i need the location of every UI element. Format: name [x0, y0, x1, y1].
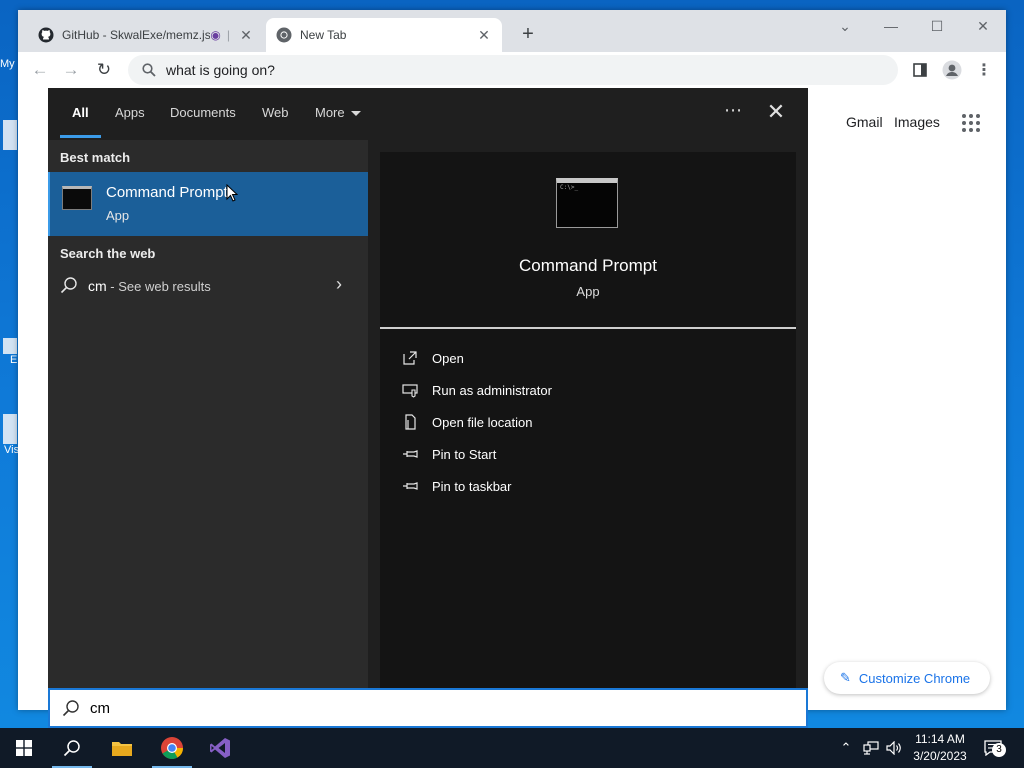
- close-tab-icon[interactable]: ✕: [238, 27, 254, 44]
- notification-count-badge: 3: [992, 743, 1006, 757]
- result-detail-pane: C:\>_ Command Prompt App Open Run as adm…: [380, 152, 796, 688]
- search-web-heading: Search the web: [60, 246, 156, 261]
- close-tab-icon[interactable]: ✕: [476, 27, 492, 44]
- tab-web[interactable]: Web: [262, 105, 289, 120]
- google-apps-icon[interactable]: [962, 114, 980, 132]
- back-arrow-icon[interactable]: ←: [28, 60, 52, 80]
- tab-all[interactable]: All: [72, 105, 89, 120]
- chrome-icon: [276, 27, 292, 43]
- taskbar-file-explorer[interactable]: [98, 728, 146, 768]
- browser-toolbar: ← → ↻ what is going on? ⋮: [18, 52, 1006, 88]
- desktop-icon-image: [3, 120, 17, 150]
- chevron-right-icon[interactable]: ›: [336, 274, 342, 295]
- detail-divider: [380, 327, 796, 329]
- desktop-icon-image: [3, 414, 17, 444]
- pin-icon: [403, 482, 418, 490]
- gmail-link[interactable]: Gmail: [846, 114, 883, 130]
- taskbar: ⌃ 11:14 AM 3/20/2023: [0, 728, 1024, 768]
- tab-more[interactable]: More: [315, 105, 361, 120]
- omnibox[interactable]: what is going on?: [128, 55, 898, 85]
- open-icon: [403, 351, 417, 365]
- taskbar-search-button[interactable]: [48, 728, 96, 768]
- tab-title: GitHub - SkwalExe/memz.js:: [62, 28, 211, 42]
- action-run-as-administrator[interactable]: Run as administrator: [402, 378, 702, 402]
- images-link[interactable]: Images: [894, 114, 940, 130]
- detail-subtitle: App: [576, 284, 600, 299]
- active-tab-indicator: [60, 135, 101, 138]
- search-input[interactable]: [90, 699, 690, 717]
- desktop-icon-image: [3, 338, 17, 354]
- results-list: Best match Command Prompt App Search the…: [48, 140, 368, 688]
- close-icon[interactable]: ✕: [764, 100, 788, 124]
- tab-documents[interactable]: Documents: [170, 105, 236, 120]
- best-match-result[interactable]: Command Prompt App: [48, 172, 368, 236]
- result-subtitle: App: [106, 208, 130, 223]
- clock-date: 3/20/2023: [913, 749, 967, 763]
- file-location-icon: [405, 414, 416, 430]
- action-pin-to-start[interactable]: Pin to Start: [402, 442, 702, 466]
- reload-icon[interactable]: ↻: [92, 60, 116, 80]
- customize-label: Customize Chrome: [858, 670, 971, 686]
- pin-icon: [403, 450, 418, 458]
- search-icon: [142, 63, 156, 77]
- tab-github[interactable]: GitHub - SkwalExe/memz.js: ◉ | ✕: [28, 18, 264, 52]
- web-search-result[interactable]: cm - See web results ›: [48, 268, 368, 304]
- tab-strip: GitHub - SkwalExe/memz.js: ◉ | ✕ New Tab…: [18, 10, 1006, 52]
- desktop-icon[interactable]: Vis: [0, 414, 20, 456]
- desktop-icon[interactable]: My: [0, 58, 20, 70]
- action-pin-to-taskbar[interactable]: Pin to taskbar: [402, 474, 702, 498]
- pencil-icon: ✎: [840, 670, 851, 685]
- tab-separator: |: [226, 28, 230, 42]
- result-title: Command Prompt: [106, 184, 228, 201]
- omnibox-text: what is going on?: [166, 62, 275, 78]
- search-filter-tabs: All Apps Documents Web More ⋯ ✕: [48, 88, 808, 140]
- maximize-button[interactable]: ☐: [914, 14, 960, 38]
- taskbar-chrome[interactable]: [148, 728, 196, 768]
- best-match-heading: Best match: [60, 150, 131, 165]
- chrome-icon: [161, 737, 183, 759]
- close-window-button[interactable]: ✕: [960, 14, 1006, 38]
- start-search-panel: All Apps Documents Web More ⋯ ✕ Best mat…: [48, 88, 808, 688]
- clock-time: 11:14 AM: [915, 732, 965, 746]
- tab-search-chevron-icon[interactable]: ⌄: [822, 14, 868, 38]
- search-icon: [62, 700, 79, 717]
- more-options-icon[interactable]: ⋯: [724, 100, 743, 121]
- desktop-icon[interactable]: [0, 120, 20, 150]
- github-icon: [38, 27, 54, 43]
- memz-emoji-icon: ◉: [210, 28, 221, 42]
- visual-studio-icon: [210, 738, 230, 758]
- profile-avatar-icon[interactable]: [940, 58, 964, 82]
- side-panel-icon[interactable]: [908, 58, 932, 82]
- taskbar-visual-studio[interactable]: [196, 728, 244, 768]
- forward-arrow-icon[interactable]: →: [59, 60, 83, 80]
- network-icon[interactable]: [860, 728, 882, 768]
- folder-icon: [112, 742, 132, 756]
- shield-icon: [402, 384, 418, 398]
- desktop-icon[interactable]: E: [0, 338, 20, 366]
- minimize-button[interactable]: —: [868, 14, 914, 38]
- search-icon: [63, 740, 80, 757]
- command-prompt-large-icon: C:\>_: [556, 178, 618, 228]
- detail-title: Command Prompt: [519, 256, 657, 275]
- menu-kebab-icon[interactable]: ⋮: [972, 58, 996, 82]
- system-clock[interactable]: 11:14 AM 3/20/2023: [904, 731, 976, 765]
- customize-chrome-button[interactable]: ✎ Customize Chrome: [824, 662, 990, 694]
- show-hidden-icons-chevron[interactable]: ⌃: [836, 728, 856, 768]
- mouse-cursor-icon: [226, 184, 238, 202]
- taskbar-search-box[interactable]: [48, 688, 808, 728]
- tab-apps[interactable]: Apps: [115, 105, 145, 120]
- tab-title: New Tab: [300, 28, 347, 42]
- start-button[interactable]: [0, 728, 48, 768]
- action-open-file-location[interactable]: Open file location: [402, 410, 702, 434]
- dropdown-caret-icon: [350, 111, 361, 117]
- volume-icon[interactable]: [884, 728, 904, 768]
- command-prompt-icon: [62, 186, 92, 210]
- web-result-text: cm - See web results: [88, 278, 211, 294]
- windows-logo-icon: [16, 740, 32, 756]
- search-icon: [60, 277, 77, 294]
- action-open[interactable]: Open: [402, 346, 702, 370]
- tab-new-tab[interactable]: New Tab ✕: [266, 18, 502, 52]
- new-tab-button[interactable]: +: [516, 23, 540, 46]
